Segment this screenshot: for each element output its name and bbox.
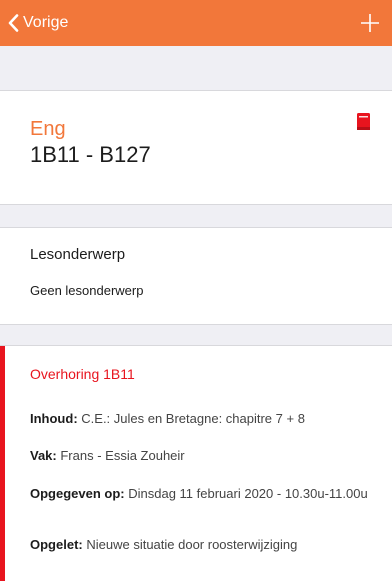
test-subject-row: Vak: Frans - Essia Zouheir [30,448,382,463]
lesson-header: Eng 1B11 - B127 [0,91,392,204]
test-content-value: C.E.: Jules en Bretagne: chapitre 7 + 8 [77,411,305,426]
plus-icon [361,14,379,32]
test-title: Overhoring 1B11 [30,366,135,382]
section-separator [0,324,392,346]
lesson-topic-section: Lesonderwerp Geen lesonderwerp [0,228,392,324]
test-given-key: Opgegeven op: [30,486,125,501]
topic-value: Geen lesonderwerp [30,283,144,298]
test-given-value: Dinsdag 11 februari 2020 - 10.30u-11.00u [124,486,368,501]
back-button[interactable]: Vorige [0,0,68,46]
nav-bar: Vorige [0,0,392,46]
topic-label: Lesonderwerp [30,246,126,263]
test-note-key: Opgelet: [30,537,83,552]
add-button[interactable] [348,0,392,46]
chevron-left-icon [8,14,19,32]
back-label: Vorige [23,14,69,31]
subject-title: Eng [30,118,66,140]
test-given-row: Opgegeven op: Dinsdag 11 februari 2020 -… [30,486,382,501]
test-subject-key: Vak: [30,448,57,463]
test-content-row: Inhoud: C.E.: Jules en Bretagne: chapitr… [30,411,382,426]
class-room-title: 1B11 - B127 [30,142,151,167]
section-separator [0,46,392,91]
book-icon[interactable] [357,113,370,130]
test-note-row: Opgelet: Nieuwe situatie door roosterwij… [30,537,382,552]
test-content-key: Inhoud: [30,411,78,426]
test-card[interactable]: Overhoring 1B11 Inhoud: C.E.: Jules en B… [0,346,392,581]
section-separator [0,204,392,228]
test-note-value: Nieuwe situatie door roosterwijziging [82,537,298,552]
test-subject-value: Frans - Essia Zouheir [56,448,185,463]
